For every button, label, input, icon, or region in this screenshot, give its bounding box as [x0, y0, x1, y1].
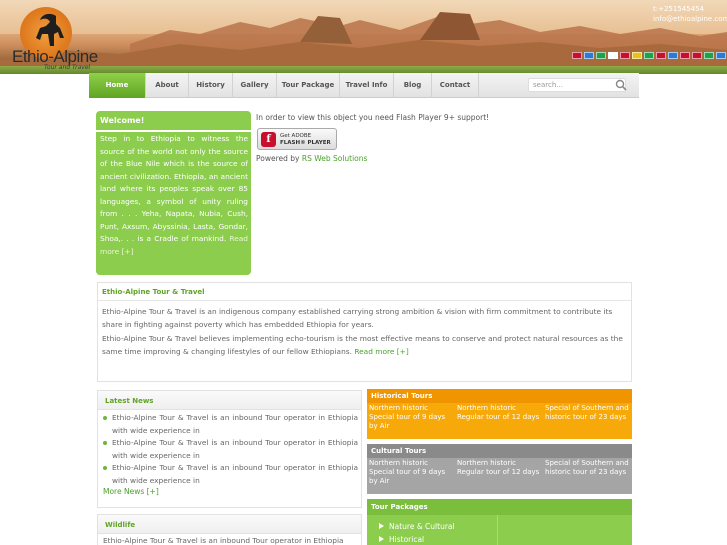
wildlife-title: Wildlife — [105, 521, 136, 529]
historical-tours-title: Historical Tours — [367, 389, 632, 403]
language-flag-icon[interactable] — [584, 52, 594, 59]
about-read-more-link[interactable]: Read more [+] — [354, 347, 408, 356]
powered-prefix: Powered by — [256, 154, 300, 163]
language-flag-icon[interactable] — [668, 52, 678, 59]
historical-tour-item[interactable]: Northern historic Special tour of 9 days… — [367, 403, 455, 439]
language-flag-icon[interactable] — [620, 52, 630, 59]
language-flag-icon[interactable] — [692, 52, 702, 59]
flash-button-line1: Get ADOBE — [280, 133, 312, 139]
search-icon[interactable] — [615, 79, 627, 91]
language-flag-icon[interactable] — [632, 52, 642, 59]
nav-item-about[interactable]: About — [146, 73, 189, 98]
language-flag-icon[interactable] — [716, 52, 726, 59]
wildlife-body: Ethio-Alpine Tour & Travel is an inbound… — [103, 536, 344, 545]
news-item[interactable]: Ethio-Alpine Tour & Travel is an inbound… — [103, 412, 358, 437]
powered-link[interactable]: RS Web Solutions — [302, 154, 368, 163]
get-flash-player-button[interactable]: f Get ADOBE FLASH® PLAYER — [257, 128, 337, 150]
welcome-text: Step in to Ethiopia to witness the sourc… — [100, 134, 248, 243]
powered-by: Powered by RS Web Solutions — [256, 154, 367, 163]
email-address[interactable]: info@ethioalpine.com — [653, 14, 727, 24]
package-item[interactable]: Historical — [379, 533, 455, 545]
about-body: Ethio-Alpine Tour & Travel is an indigen… — [102, 306, 628, 360]
triangle-right-icon — [379, 523, 384, 529]
nav-item-gallery[interactable]: Gallery — [233, 73, 277, 98]
historical-tour-list: Northern historic Special tour of 9 days… — [367, 403, 632, 439]
flash-notice: In order to view this object you need Fl… — [256, 113, 490, 122]
package-item-label: Nature & Cultural — [389, 522, 455, 531]
search-input[interactable]: search... — [528, 78, 626, 92]
about-box: Ethio-Alpine Tour & Travel Ethio-Alpine … — [97, 282, 632, 382]
news-item-text: Ethio-Alpine Tour & Travel is an inbound… — [112, 438, 358, 460]
bullet-icon — [103, 441, 107, 445]
about-paragraph-1: Ethio-Alpine Tour & Travel is an indigen… — [102, 307, 613, 329]
cultural-tour-item[interactable]: Special of Southern and historic tour of… — [543, 458, 631, 494]
more-news-link[interactable]: More News [+] — [103, 487, 159, 496]
news-item[interactable]: Ethio-Alpine Tour & Travel is an inbound… — [103, 437, 358, 462]
package-item[interactable]: Nature & Cultural — [379, 520, 455, 533]
phone-number: t:+251545454 — [653, 5, 705, 13]
about-divider — [98, 300, 631, 301]
logo-tagline: Tour and Travel — [44, 64, 91, 71]
nav-item-blog[interactable]: Blog — [394, 73, 432, 98]
package-item-label: Historical — [389, 535, 425, 544]
welcome-title: Welcome! — [100, 116, 145, 125]
wildlife-header: Wildlife — [98, 515, 361, 534]
wildlife-box: Wildlife Ethio-Alpine Tour & Travel is a… — [97, 514, 362, 545]
language-flag-icon[interactable] — [680, 52, 690, 59]
language-flag-icon[interactable] — [608, 52, 618, 59]
news-item-text: Ethio-Alpine Tour & Travel is an inbound… — [112, 413, 358, 435]
cultural-tour-item[interactable]: Northern historic Regular tour of 12 day… — [455, 458, 543, 494]
historical-tours-box: Historical Tours Northern historic Speci… — [367, 389, 632, 439]
cultural-tours-box: Cultural Tours Northern historic Special… — [367, 444, 632, 494]
language-flag-icon[interactable] — [704, 52, 714, 59]
nav-item-home[interactable]: Home — [89, 73, 146, 98]
latest-news-box: Latest News Ethio-Alpine Tour & Travel i… — [97, 390, 362, 508]
contact-info: t:+251545454 info@ethioalpine.com — [653, 4, 727, 24]
cultural-tour-list: Northern historic Special tour of 9 days… — [367, 458, 632, 494]
language-flag-icon[interactable] — [596, 52, 606, 59]
tour-packages-box: Tour Packages Nature & Cultural Historica… — [367, 499, 632, 545]
historical-tour-item[interactable]: Special of Southern and historic tour of… — [543, 403, 631, 439]
news-item-text: Ethio-Alpine Tour & Travel is an inbound… — [112, 463, 358, 485]
nav-item-history[interactable]: History — [189, 73, 233, 98]
packages-list: Nature & Cultural Historical — [379, 520, 455, 545]
language-flags — [572, 52, 726, 59]
nav-item-contact[interactable]: Contact — [432, 73, 479, 98]
packages-divider — [497, 515, 498, 545]
bullet-icon — [103, 466, 107, 470]
site-logo[interactable]: Ethio-Alpine Tour and Travel — [4, 4, 128, 71]
news-list: Ethio-Alpine Tour & Travel is an inbound… — [103, 412, 358, 487]
nav-item-travel-info[interactable]: Travel Info — [340, 73, 394, 98]
welcome-box: Welcome! Step in to Ethiopia to witness … — [96, 111, 251, 275]
about-paragraph-2: Ethio-Alpine Tour & Travel believes impl… — [102, 333, 628, 358]
historical-tour-item[interactable]: Northern historic Regular tour of 12 day… — [455, 403, 543, 439]
news-header: Latest News — [98, 391, 361, 410]
about-title: Ethio-Alpine Tour & Travel — [102, 288, 205, 296]
news-title: Latest News — [105, 397, 154, 405]
language-flag-icon[interactable] — [572, 52, 582, 59]
triangle-right-icon — [379, 536, 384, 542]
language-flag-icon[interactable] — [644, 52, 654, 59]
welcome-divider — [96, 130, 251, 132]
flash-button-line2: FLASH® PLAYER — [280, 140, 331, 146]
news-item[interactable]: Ethio-Alpine Tour & Travel is an inbound… — [103, 462, 358, 487]
welcome-body: Step in to Ethiopia to witness the sourc… — [100, 133, 248, 258]
language-flag-icon[interactable] — [656, 52, 666, 59]
tour-packages-title: Tour Packages — [367, 499, 632, 515]
cultural-tours-title: Cultural Tours — [367, 444, 632, 458]
nav-item-tour-package[interactable]: Tour Package — [277, 73, 340, 98]
bullet-icon — [103, 416, 107, 420]
cultural-tour-item[interactable]: Northern historic Special tour of 9 days… — [367, 458, 455, 494]
flash-logo-icon: f — [261, 132, 276, 147]
